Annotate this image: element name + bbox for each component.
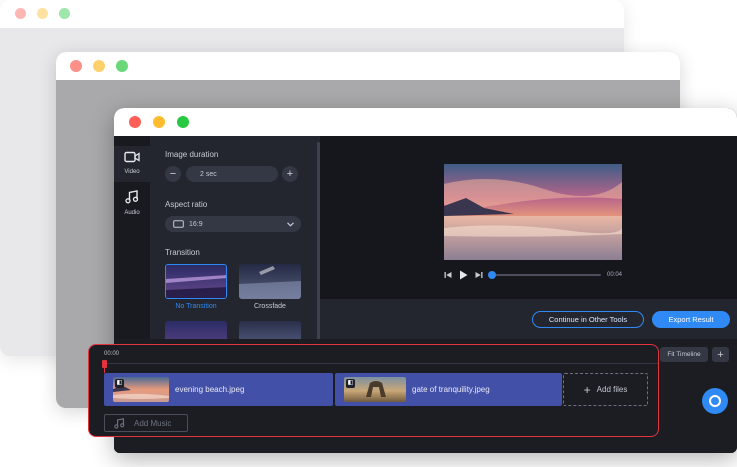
fit-timeline-button[interactable]: Fit Timeline (660, 347, 708, 362)
chat-icon (709, 395, 721, 407)
clip-name: evening beach.jpeg (175, 385, 245, 394)
maximize-button[interactable] (177, 116, 189, 128)
transition-label: Transition (165, 248, 200, 257)
sidebar-item-audio[interactable]: Audio (114, 186, 150, 222)
image-type-icon: ◧ (346, 379, 355, 388)
clip-thumbnail: ◧ (344, 377, 406, 402)
increase-duration-button[interactable]: + (282, 166, 298, 182)
duration-value: 2 sec (200, 170, 217, 178)
action-bar: Continue in Other Tools Export Result (320, 299, 737, 339)
title-bar (0, 0, 624, 28)
title-bar (56, 52, 680, 80)
image-type-icon: ◧ (115, 379, 124, 388)
close-button[interactable] (129, 116, 141, 128)
transition-preview-image (239, 264, 301, 299)
scrubber-handle[interactable] (488, 271, 496, 279)
duration-time: 00:04 (606, 272, 622, 278)
help-chat-button[interactable] (702, 388, 728, 414)
preview-image (444, 164, 622, 260)
timecode: 00:00 (104, 351, 120, 357)
aspect-ratio-select[interactable]: 16:9 (165, 216, 301, 232)
timeline-ruler (103, 363, 658, 364)
add-music-label: Add Music (134, 418, 172, 428)
clip-name: gate of tranquility.jpeg (412, 385, 490, 394)
minimize-dot (93, 60, 105, 72)
add-files-button[interactable]: + Add files (563, 373, 648, 406)
minimize-button[interactable] (153, 116, 165, 128)
video-camera-icon (124, 151, 140, 163)
decrease-duration-button[interactable]: − (165, 166, 181, 182)
transition-thumb-3[interactable] (165, 321, 227, 341)
chevron-down-icon (287, 222, 294, 227)
close-dot (15, 8, 26, 19)
play-icon[interactable] (459, 270, 468, 280)
maximize-dot (59, 8, 70, 19)
transition-thumb-none[interactable] (165, 264, 227, 299)
transition-thumb-crossfade[interactable] (239, 264, 301, 299)
skip-forward-icon[interactable] (475, 271, 483, 279)
close-dot (70, 60, 82, 72)
timeline-panel: 00:00 ◧ evening beach.jpeg ◧ gate of tra… (88, 344, 659, 437)
title-bar (114, 108, 737, 136)
transition-caption: No Transition (175, 303, 217, 310)
add-track-button[interactable]: + (712, 347, 729, 362)
playhead-line (104, 365, 105, 373)
transition-preview-image (166, 265, 226, 298)
add-music-button[interactable]: Add Music (104, 414, 188, 432)
aspect-ratio-label: Aspect ratio (165, 200, 208, 209)
sidebar-item-label: Audio (124, 210, 140, 216)
add-files-label: Add files (596, 385, 628, 394)
video-preview[interactable] (444, 164, 622, 260)
continue-in-other-tools-button[interactable]: Continue in Other Tools (532, 311, 644, 328)
aspect-ratio-value: 16:9 (189, 220, 203, 228)
preview-stage: 00:04 (320, 136, 737, 299)
image-duration-label: Image duration (165, 150, 219, 159)
music-note-icon (114, 417, 125, 429)
music-note-icon (125, 190, 139, 204)
duration-input[interactable]: 2 sec (186, 166, 278, 182)
skip-back-icon[interactable] (444, 271, 452, 279)
timeline-clip[interactable]: ◧ gate of tranquility.jpeg (335, 373, 562, 406)
export-result-button[interactable]: Export Result (652, 311, 730, 328)
timeline-clip[interactable]: ◧ evening beach.jpeg (104, 373, 333, 406)
plus-icon: + (583, 382, 591, 397)
sidebar-item-label: Video (124, 169, 140, 175)
video-player: 00:04 (444, 164, 622, 294)
transition-thumb-4[interactable] (239, 321, 301, 341)
screen-ratio-icon (173, 220, 184, 228)
transition-caption: Crossfade (254, 303, 286, 310)
maximize-dot (116, 60, 128, 72)
clip-thumbnail: ◧ (113, 377, 169, 402)
playback-scrubber[interactable] (488, 271, 601, 279)
playback-controls: 00:04 (444, 268, 622, 282)
sidebar-item-video[interactable]: Video (114, 146, 150, 182)
minimize-dot (37, 8, 48, 19)
